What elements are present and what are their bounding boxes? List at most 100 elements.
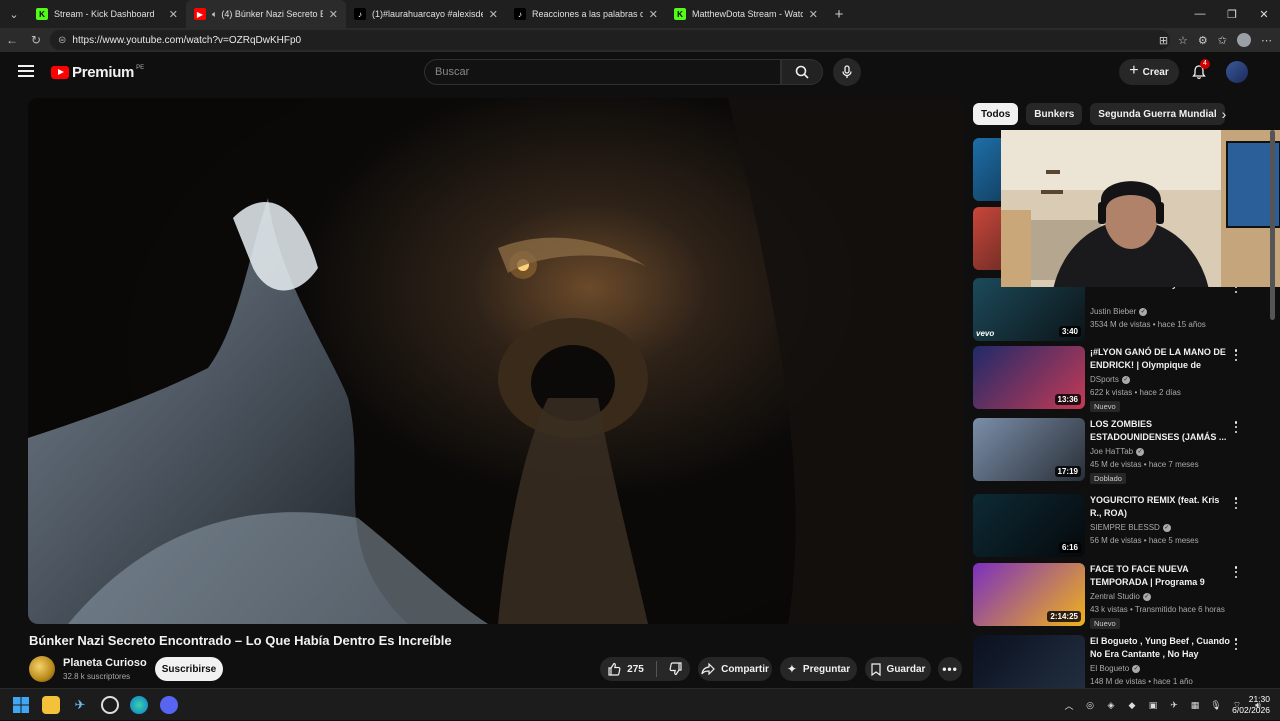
recommended-channel-name[interactable]: Justin Bieber ✓: [1090, 307, 1148, 316]
close-tab-icon[interactable]: ✕: [649, 8, 658, 21]
kick-icon: K: [36, 8, 48, 20]
like-count[interactable]: 275: [627, 664, 644, 675]
recommended-video-title[interactable]: LOS ZOMBIES ESTADOUNIDENSES (JAMÁS ...: [1090, 418, 1230, 444]
steam-icon[interactable]: ✈︎: [71, 696, 89, 714]
more-vertical-icon[interactable]: [1231, 565, 1241, 579]
speaker-icon[interactable]: 🔈︎: [212, 9, 217, 20]
tab-list-dropdown-icon[interactable]: ⌄: [0, 0, 28, 28]
tray-app-icon[interactable]: ◎: [1083, 700, 1097, 711]
recommended-video[interactable]: 13:36 ¡#LYON GANÓ DE LA MANO DE ENDRICK! …: [973, 346, 1263, 412]
system-clock[interactable]: 21:30 6/02/2026: [1226, 694, 1270, 716]
recommended-video[interactable]: vevo3:40Justin Bieber - Baby ft. Ludacri…: [973, 278, 1263, 344]
search-button[interactable]: [781, 59, 823, 85]
close-tab-icon[interactable]: ✕: [329, 8, 338, 21]
like-icon[interactable]: [607, 662, 621, 676]
recommended-video[interactable]: 6:16 YOGURCITO REMIX (feat. Kris R., ROA)…: [973, 494, 1263, 560]
subscribe-button[interactable]: Suscribirse: [155, 657, 223, 681]
recommended-video-meta: 45 M de vistas • hace 7 meses: [1090, 460, 1199, 469]
steam-tray-icon[interactable]: ✈︎: [1167, 700, 1181, 711]
dislike-icon[interactable]: [669, 662, 683, 676]
more-vertical-icon[interactable]: [1231, 637, 1241, 651]
close-window-icon[interactable]: ✕: [1248, 0, 1280, 28]
browser-tab-tiktok-2[interactable]: ♪ Reacciones a las palabras de Gotti ✕: [506, 0, 666, 28]
close-tab-icon[interactable]: ✕: [489, 8, 498, 21]
recommended-video-title[interactable]: YOGURCITO REMIX (feat. Kris R., ROA): [1090, 494, 1230, 520]
tiktok-icon: ♪: [514, 8, 526, 20]
recommended-channel-name[interactable]: Joe HaTTab ✓: [1090, 447, 1145, 456]
verified-check-icon: ✓: [1132, 664, 1141, 673]
browser-tab-youtube[interactable]: ▶ 🔈︎ (4) Búnker Nazi Secreto Encon ✕: [186, 0, 346, 28]
share-button[interactable]: Compartir: [698, 657, 772, 681]
chip-bunkers[interactable]: Bunkers: [1026, 103, 1083, 125]
tab-title: (1)#laurahuarcayo #alexisdescalzo: [372, 9, 483, 19]
browser-menu-icon[interactable]: ⋯: [1261, 34, 1272, 47]
new-tab-icon[interactable]: +: [826, 0, 852, 28]
search-input[interactable]: Buscar: [424, 59, 781, 85]
recommended-video[interactable]: 2:14:25 FACE TO FACE NUEVA TEMPORADA | Pr…: [973, 563, 1263, 629]
recommended-channel-name[interactable]: Zentral Studio ✓: [1090, 592, 1151, 601]
youtube-premium-logo[interactable]: Premium PE: [51, 64, 144, 81]
channel-name-text: Justin Bieber: [1090, 307, 1137, 316]
browser-tab-matthewdota[interactable]: K MatthewDota Stream - Watch Live ✕: [666, 0, 826, 28]
windows-start-icon[interactable]: [12, 696, 30, 714]
more-vertical-icon[interactable]: [1231, 348, 1241, 362]
voice-search-button[interactable]: [833, 58, 861, 86]
browser-profile-icon[interactable]: [1237, 33, 1251, 47]
file-explorer-icon[interactable]: [42, 696, 60, 714]
video-thumbnail[interactable]: 13:36: [973, 346, 1085, 409]
minimize-icon[interactable]: —: [1184, 0, 1216, 28]
microphone-tray-icon[interactable]: 🎙︎: [1209, 700, 1223, 711]
more-vertical-icon[interactable]: [1231, 496, 1241, 510]
ask-button[interactable]: ✦ Preguntar: [780, 657, 857, 681]
guide-menu-icon[interactable]: [18, 65, 34, 77]
recommended-video-meta: 43 k vistas • Transmitido hace 6 horas: [1090, 605, 1225, 614]
recommended-video[interactable]: 17:19 LOS ZOMBIES ESTADOUNIDENSES (JAMÁS …: [973, 418, 1263, 484]
recommended-channel-name[interactable]: SIEMPRE BLESSD ✓: [1090, 523, 1171, 532]
edge-browser-icon[interactable]: [130, 696, 148, 714]
video-thumbnail[interactable]: 2:14:25: [973, 563, 1085, 626]
recommended-channel-name[interactable]: DSports ✓: [1090, 375, 1130, 384]
video-player[interactable]: [28, 98, 963, 624]
obs-icon[interactable]: [101, 696, 119, 714]
save-button[interactable]: Guardar: [865, 657, 931, 681]
chip-segunda-guerra-mundial[interactable]: Segunda Guerra Mundial: [1090, 103, 1225, 125]
chip-todos[interactable]: Todos: [973, 103, 1019, 125]
recommended-channel-name[interactable]: El Bogueto ✓: [1090, 664, 1141, 673]
channel-name[interactable]: Planeta Curioso: [63, 657, 147, 669]
notifications-button[interactable]: 4: [1188, 59, 1210, 83]
account-avatar[interactable]: [1226, 61, 1248, 83]
address-bar[interactable]: ⊜ https://www.youtube.com/watch?v=OZRqDw…: [50, 30, 1170, 50]
back-icon[interactable]: ←: [0, 28, 24, 52]
notification-badge: 4: [1200, 59, 1210, 69]
video-thumbnail[interactable]: 17:19: [973, 418, 1085, 481]
tray-app-icon[interactable]: ▦: [1188, 700, 1202, 711]
recommended-video-title[interactable]: FACE TO FACE NUEVA TEMPORADA | Programa …: [1090, 563, 1230, 589]
clock-date: 6/02/2026: [1232, 705, 1270, 715]
recommended-video-title[interactable]: ¡#LYON GANÓ DE LA MANO DE ENDRICK! | Oly…: [1090, 346, 1230, 372]
show-hidden-icons-icon[interactable]: ︿: [1062, 699, 1076, 712]
more-vertical-icon[interactable]: [1231, 420, 1241, 434]
more-actions-button[interactable]: •••: [938, 657, 962, 681]
create-button[interactable]: + Crear: [1119, 59, 1179, 85]
browser-tab-kick-dashboard[interactable]: K Stream - Kick Dashboard ✕: [28, 0, 186, 28]
restore-icon[interactable]: ❐: [1216, 0, 1248, 28]
site-info-icon[interactable]: ⊜: [58, 35, 66, 46]
video-thumbnail[interactable]: vevo 3:40: [973, 278, 1085, 341]
close-tab-icon[interactable]: ✕: [169, 8, 178, 21]
reload-icon[interactable]: ↻: [24, 28, 48, 52]
tray-app-icon[interactable]: ▣: [1146, 700, 1160, 711]
browser-tab-tiktok-1[interactable]: ♪ (1)#laurahuarcayo #alexisdescalzo ✕: [346, 0, 506, 28]
tray-app-icon[interactable]: ◈: [1104, 700, 1118, 711]
favorite-star-icon[interactable]: ☆: [1178, 34, 1188, 47]
discord-icon[interactable]: [160, 696, 178, 714]
chevron-right-icon[interactable]: ›: [1214, 104, 1234, 124]
video-thumbnail[interactable]: 6:16: [973, 494, 1085, 557]
tray-app-icon[interactable]: ◆: [1125, 700, 1139, 711]
install-app-icon[interactable]: ⊞: [1159, 34, 1168, 47]
close-tab-icon[interactable]: ✕: [809, 8, 818, 21]
favorites-icon[interactable]: ✩: [1218, 34, 1227, 47]
channel-avatar[interactable]: [29, 656, 55, 682]
sidebar-scrollbar[interactable]: [1270, 130, 1275, 320]
recommended-video-title[interactable]: El Bogueto , Yung Beef , Cuando No Era C…: [1090, 635, 1230, 661]
extensions-icon[interactable]: ⚙︎: [1198, 34, 1208, 47]
